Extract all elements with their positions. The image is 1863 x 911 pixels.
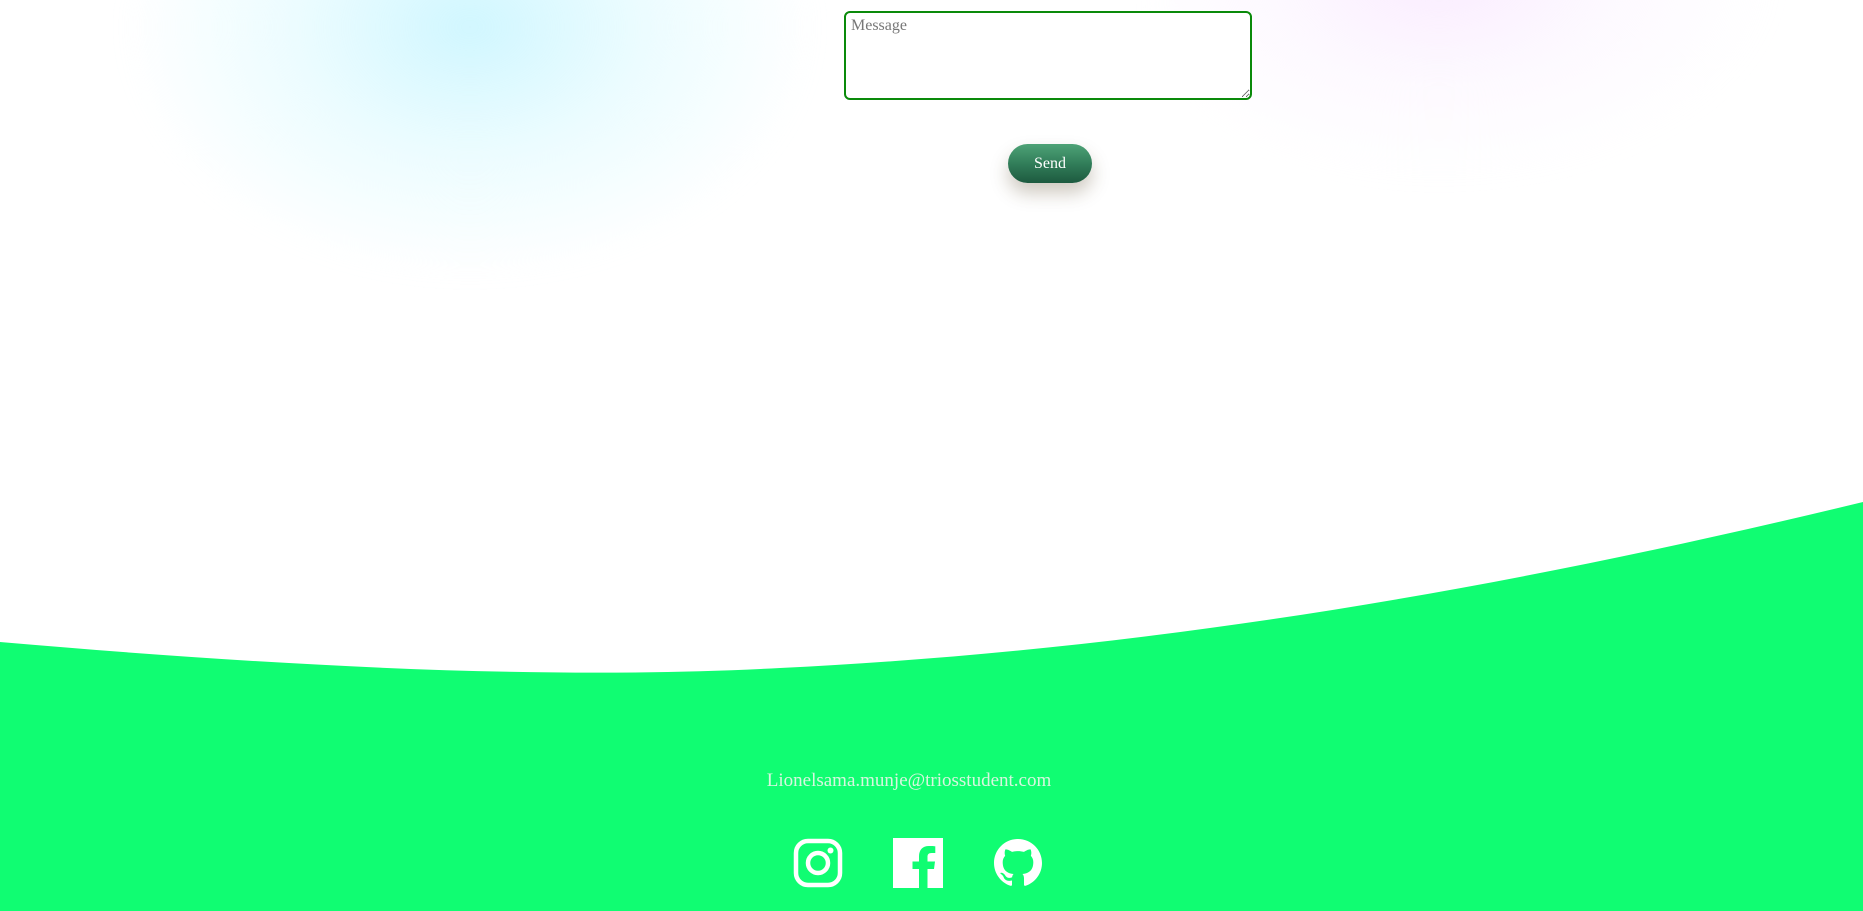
- instagram-link[interactable]: [793, 838, 843, 888]
- facebook-link[interactable]: [893, 838, 943, 888]
- facebook-icon: [893, 838, 943, 888]
- github-link[interactable]: [993, 838, 1043, 888]
- footer-email: Lionelsama.munje@triosstudent.com: [766, 770, 1052, 791]
- social-links: [793, 838, 1043, 888]
- github-icon: [994, 839, 1042, 886]
- instagram-icon: [793, 838, 843, 888]
- page: Send Lionelsama.munje@triosstudent.com: [0, 0, 1863, 911]
